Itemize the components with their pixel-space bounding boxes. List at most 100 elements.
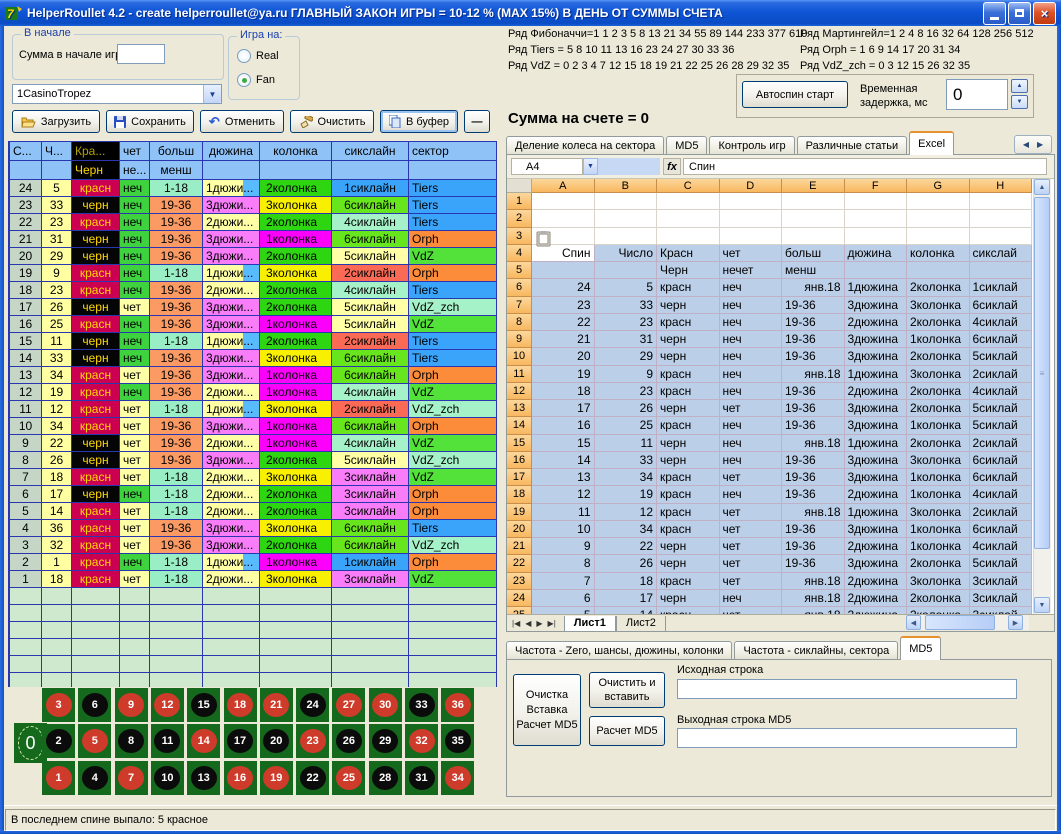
sheet-cell[interactable]: Спин (532, 245, 595, 262)
sheet-cell[interactable] (782, 193, 845, 210)
roulette-number[interactable]: 20 (260, 724, 293, 758)
sheet-cell[interactable]: 26 (595, 555, 658, 572)
sheet-cell[interactable]: неч (720, 279, 783, 296)
sheet-cell[interactable]: 23 (532, 297, 595, 314)
sheet-cell[interactable]: 3колонка (907, 452, 970, 469)
sheet-nav-next-icon[interactable]: ▶ (536, 619, 542, 628)
sheet-cell[interactable] (845, 193, 908, 210)
sheet-cell[interactable]: 9 (532, 538, 595, 555)
sheet-cell[interactable]: 4сиклай (970, 383, 1033, 400)
sheet-cell[interactable] (907, 228, 970, 245)
roulette-number[interactable]: 35 (441, 724, 474, 758)
sheet-cell[interactable]: 12 (595, 504, 658, 521)
sheet-tab-лист2[interactable]: Лист2 (616, 616, 666, 632)
sheet-cell[interactable]: неч (720, 331, 783, 348)
tab-частота-сиклайны-сектора[interactable]: Частота - сиклайны, сектора (734, 641, 898, 660)
horizontal-scroll-thumb[interactable] (925, 615, 995, 630)
sheet-cell[interactable] (595, 210, 658, 227)
sheet-cell[interactable]: красн (657, 417, 720, 434)
sheet-cell[interactable]: 19-36 (782, 383, 845, 400)
sheet-cell[interactable]: чет (720, 607, 783, 614)
roulette-number[interactable]: 29 (369, 724, 402, 758)
sheet-cell[interactable]: менш (782, 262, 845, 279)
sheet-cell[interactable]: чет (720, 245, 783, 262)
sheet-nav-first-icon[interactable]: |◀ (512, 619, 520, 628)
sheet-cell[interactable]: 18 (595, 573, 658, 590)
sheet-cell[interactable] (657, 228, 720, 245)
sheet-cell[interactable]: 15 (532, 435, 595, 452)
roulette-number[interactable]: 13 (187, 761, 220, 795)
sheet-cell[interactable]: нечет (720, 262, 783, 279)
sheet-cell[interactable]: чет (720, 573, 783, 590)
maximize-button[interactable] (1008, 2, 1031, 25)
roulette-number[interactable]: 1 (42, 761, 75, 795)
sheet-cell[interactable]: 23 (595, 383, 658, 400)
sheet-cell[interactable]: неч (720, 590, 783, 607)
sheet-cell[interactable]: 3дюжина (845, 297, 908, 314)
sheet-cell[interactable]: Число (595, 245, 658, 262)
sheet-cell[interactable] (532, 210, 595, 227)
clear-and-paste-button[interactable]: Очистить и вставить (589, 672, 665, 708)
delay-value-input[interactable]: 0 (946, 79, 1008, 110)
source-string-input[interactable] (677, 679, 1017, 699)
sheet-cell[interactable]: 25 (595, 417, 658, 434)
sheet-cell[interactable]: 19-36 (782, 538, 845, 555)
sheet-cell[interactable]: 7 (532, 573, 595, 590)
roulette-number[interactable]: 23 (296, 724, 329, 758)
sheet-cell[interactable]: 19-36 (782, 314, 845, 331)
sheet-cell[interactable]: дюжина (845, 245, 908, 262)
sheet-cell[interactable]: 1колонка (907, 521, 970, 538)
sheet-cell[interactable]: 3дюжина (845, 417, 908, 434)
roulette-number[interactable]: 3 (42, 688, 75, 722)
roulette-number[interactable]: 26 (332, 724, 365, 758)
column-header-H[interactable]: H (970, 179, 1033, 193)
sheet-cell[interactable]: 2дюжина (845, 538, 908, 555)
sheet-cell[interactable] (720, 228, 783, 245)
sheet-cell[interactable]: 17 (532, 400, 595, 417)
sheet-cell[interactable]: 2колонка (907, 383, 970, 400)
sheet-cell[interactable]: 18 (532, 383, 595, 400)
sheet-cell[interactable]: 31 (595, 331, 658, 348)
row-header-12[interactable]: 12 (507, 383, 532, 400)
sheet-cell[interactable]: 16 (532, 417, 595, 434)
sheet-cell[interactable] (845, 228, 908, 245)
sheet-cell[interactable] (657, 210, 720, 227)
paste-options-icon[interactable] (536, 231, 553, 247)
sheet-cell[interactable]: 19 (595, 486, 658, 503)
formula-field[interactable]: Спин (683, 158, 1047, 175)
row-header-19[interactable]: 19 (507, 504, 532, 521)
sheet-cell[interactable]: 2колонка (907, 348, 970, 365)
sheet-cell[interactable]: 1сиклай (970, 279, 1033, 296)
scroll-left-icon[interactable]: ◀ (906, 615, 921, 630)
roulette-number[interactable]: 9 (115, 688, 148, 722)
tab-left-icon[interactable]: ◀ (1023, 140, 1029, 149)
sheet-cell[interactable]: 20 (532, 348, 595, 365)
close-button[interactable]: × (1033, 2, 1056, 25)
sheet-cell[interactable]: красн (657, 573, 720, 590)
sheet-cell[interactable] (595, 228, 658, 245)
sheet-cell[interactable]: красн (657, 279, 720, 296)
sheet-cell[interactable] (595, 193, 658, 210)
sheet-cell[interactable]: 11 (595, 435, 658, 452)
sheet-cell[interactable]: неч (720, 417, 783, 434)
roulette-number[interactable]: 8 (115, 724, 148, 758)
sheet-cell[interactable]: 3колонка (907, 297, 970, 314)
sheet-cell[interactable]: 1дюжина (845, 279, 908, 296)
sheet-cell[interactable] (782, 210, 845, 227)
roulette-number[interactable]: 16 (224, 761, 257, 795)
sheet-cell[interactable]: 2колонка (907, 607, 970, 614)
row-header-17[interactable]: 17 (507, 469, 532, 486)
sheet-cell[interactable] (970, 262, 1033, 279)
casino-select[interactable]: 1CasinoTropez ▼ (12, 84, 222, 104)
tab-частота-zero-шансы-дюжины-колонки[interactable]: Частота - Zero, шансы, дюжины, колонки (506, 641, 732, 660)
sheet-cell[interactable]: 19-36 (782, 417, 845, 434)
sheet-cell[interactable] (907, 262, 970, 279)
scroll-down-icon[interactable]: ▼ (1034, 597, 1050, 613)
row-header-2[interactable]: 2 (507, 210, 532, 227)
sheet-cell[interactable]: 17 (595, 590, 658, 607)
sheet-cell[interactable]: 29 (595, 348, 658, 365)
sheet-cell[interactable]: черн (657, 538, 720, 555)
sheet-cell[interactable]: 3дюжина (845, 348, 908, 365)
autospin-start-button[interactable]: Автоспин старт (742, 81, 848, 108)
sheet-cell[interactable]: 2дюжина (845, 486, 908, 503)
